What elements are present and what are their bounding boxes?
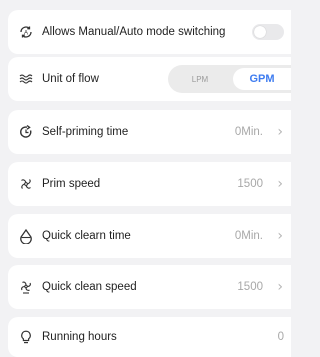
unit-segmented-control[interactable]: LPM GPM xyxy=(168,65,291,93)
quick-clean-speed-label: Quick clean speed xyxy=(42,281,137,293)
bulb-icon xyxy=(18,329,34,345)
quick-clean-time-value: 0Min. xyxy=(234,230,263,242)
unit-option-gpm[interactable]: GPM xyxy=(233,68,291,90)
chevron-right-icon: › xyxy=(277,124,283,140)
mode-switch-toggle[interactable] xyxy=(252,24,284,40)
running-hours-label: Running hours xyxy=(42,331,117,343)
mode-switch-row[interactable]: A Allows Manual/Auto mode switching xyxy=(8,10,291,54)
priming-refresh-icon xyxy=(18,124,34,140)
unit-of-flow-label: Unit of flow xyxy=(42,73,99,85)
mode-switch-label: Allows Manual/Auto mode switching xyxy=(42,26,226,38)
running-hours-row: Running hours 0 xyxy=(8,317,291,357)
unit-of-flow-row: Unit of flow LPM GPM xyxy=(8,57,291,101)
speed-fan-icon xyxy=(18,176,34,192)
unit-option-lpm[interactable]: LPM xyxy=(171,68,229,90)
toggle-knob xyxy=(254,26,266,38)
chevron-right-icon: › xyxy=(277,279,283,295)
svg-text:A: A xyxy=(24,31,28,37)
quick-clean-time-row[interactable]: Quick clearn time 0Min. › xyxy=(8,214,291,258)
self-priming-time-value: 0Min. xyxy=(234,126,263,138)
quick-clean-time-label: Quick clearn time xyxy=(42,230,131,242)
water-drop-icon xyxy=(18,228,34,244)
prim-speed-row[interactable]: Prim speed 1500 › xyxy=(8,162,291,206)
flow-wave-icon xyxy=(18,71,34,87)
prim-speed-value: 1500 xyxy=(237,178,263,190)
self-priming-time-label: Self-priming time xyxy=(42,126,129,138)
prim-speed-label: Prim speed xyxy=(42,178,101,190)
self-priming-time-row[interactable]: Self-priming time 0Min. › xyxy=(8,110,291,154)
quick-clean-speed-row[interactable]: Quick clean speed 1500 › xyxy=(8,265,291,309)
quick-clean-speed-value: 1500 xyxy=(237,281,263,293)
running-hours-value: 0 xyxy=(277,331,284,343)
chevron-right-icon: › xyxy=(277,228,283,244)
auto-mode-icon: A xyxy=(18,24,34,40)
chevron-right-icon: › xyxy=(277,176,283,192)
clean-fan-icon xyxy=(18,279,34,295)
